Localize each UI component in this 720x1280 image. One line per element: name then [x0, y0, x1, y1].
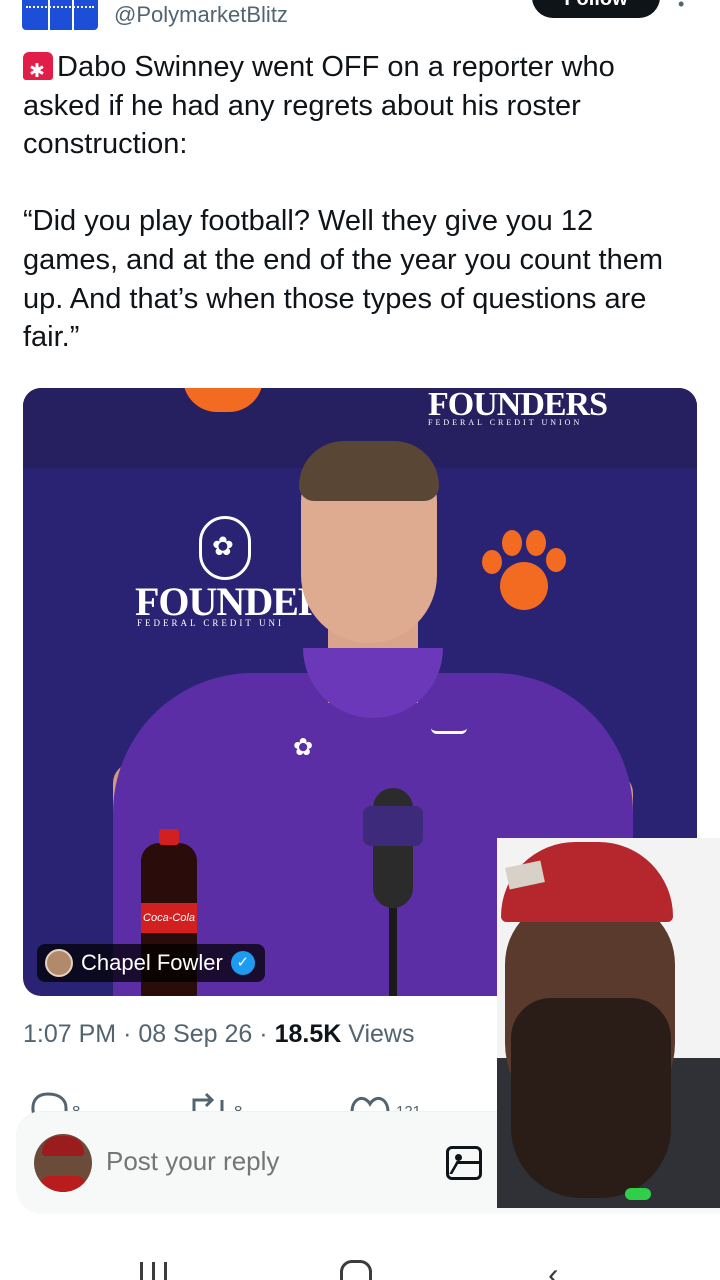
backdrop-sponsor-sub-top: FEDERAL CREDIT UNION — [428, 418, 583, 427]
account-avatar[interactable] — [22, 0, 98, 30]
system-nav-bar: ‹ — [0, 1240, 720, 1280]
verified-badge-icon: ✓ — [230, 951, 255, 975]
more-dots-icon[interactable]: • — [678, 0, 684, 15]
home-icon[interactable] — [340, 1260, 372, 1280]
tweet-meta: 1:07 PM · 08 Sep 26 · 18.5K Views — [23, 1020, 415, 1049]
microphone — [363, 788, 423, 996]
back-icon[interactable]: ‹ — [548, 1256, 559, 1280]
tweet-body: Dabo Swinney went OFF on a reporter who … — [23, 51, 664, 354]
account-handle[interactable]: @PolymarketBlitz — [114, 2, 288, 28]
source-name: Chapel Fowler — [81, 950, 223, 975]
meta-separator: · — [123, 1020, 132, 1048]
image-icon[interactable] — [446, 1146, 482, 1180]
recents-icon[interactable] — [140, 1262, 174, 1280]
tweet-text: Dabo Swinney went OFF on a reporter who … — [23, 48, 693, 357]
views-label: Views — [348, 1020, 415, 1048]
meta-separator: · — [259, 1020, 268, 1048]
follow-button[interactable]: Follow — [532, 0, 660, 18]
reply-input[interactable] — [106, 1146, 426, 1177]
police-siren-icon — [23, 52, 53, 92]
user-avatar[interactable] — [34, 1134, 92, 1192]
tweet-time[interactable]: 1:07 PM — [23, 1020, 116, 1048]
video-source-tag[interactable]: Chapel Fowler ✓ — [37, 944, 265, 982]
webcam-overlay — [497, 838, 720, 1208]
shirt-paw-icon: ✿ — [293, 734, 314, 761]
bottle-label: Coca-Cola — [141, 903, 197, 933]
source-avatar — [45, 949, 73, 977]
views-count: 18.5K — [274, 1020, 342, 1048]
tweet-date[interactable]: 08 Sep 26 — [138, 1020, 252, 1048]
swoosh-icon — [431, 728, 467, 734]
